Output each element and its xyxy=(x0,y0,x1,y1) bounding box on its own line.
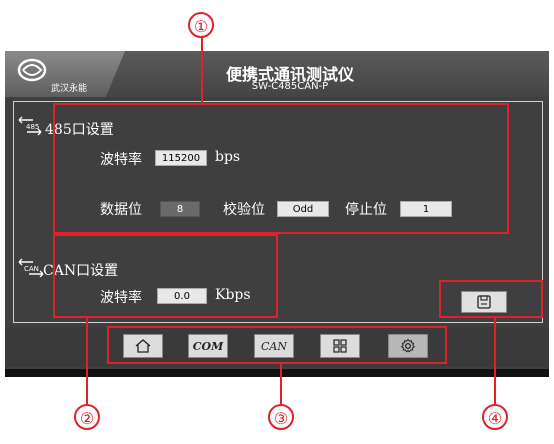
callout-4: ④ xyxy=(482,404,508,430)
annotation-box-485-settings xyxy=(53,103,509,234)
leader-line-1 xyxy=(201,38,203,104)
svg-text:CAN: CAN xyxy=(24,265,39,273)
leader-line-4 xyxy=(494,318,496,404)
leader-line-3 xyxy=(280,364,282,404)
can-port-icon: CAN xyxy=(17,257,45,281)
annotation-box-save xyxy=(439,280,543,318)
logo-icon xyxy=(17,58,47,82)
annotation-box-nav-bar xyxy=(107,326,447,364)
annotation-box-can-settings xyxy=(53,234,278,318)
device-model: SW-C485CAN-P xyxy=(251,81,329,92)
rs485-port-icon: 485 xyxy=(17,115,43,139)
svg-text:485: 485 xyxy=(26,123,39,131)
leader-line-2 xyxy=(86,318,88,404)
callout-2: ② xyxy=(74,404,100,430)
logo-text: 武汉永能 xyxy=(51,84,88,94)
callout-1: ① xyxy=(188,12,214,38)
callout-3: ③ xyxy=(268,404,294,430)
title-bar: 武汉永能 便携式通讯测试仪 SW-C485CAN-P xyxy=(5,51,549,97)
